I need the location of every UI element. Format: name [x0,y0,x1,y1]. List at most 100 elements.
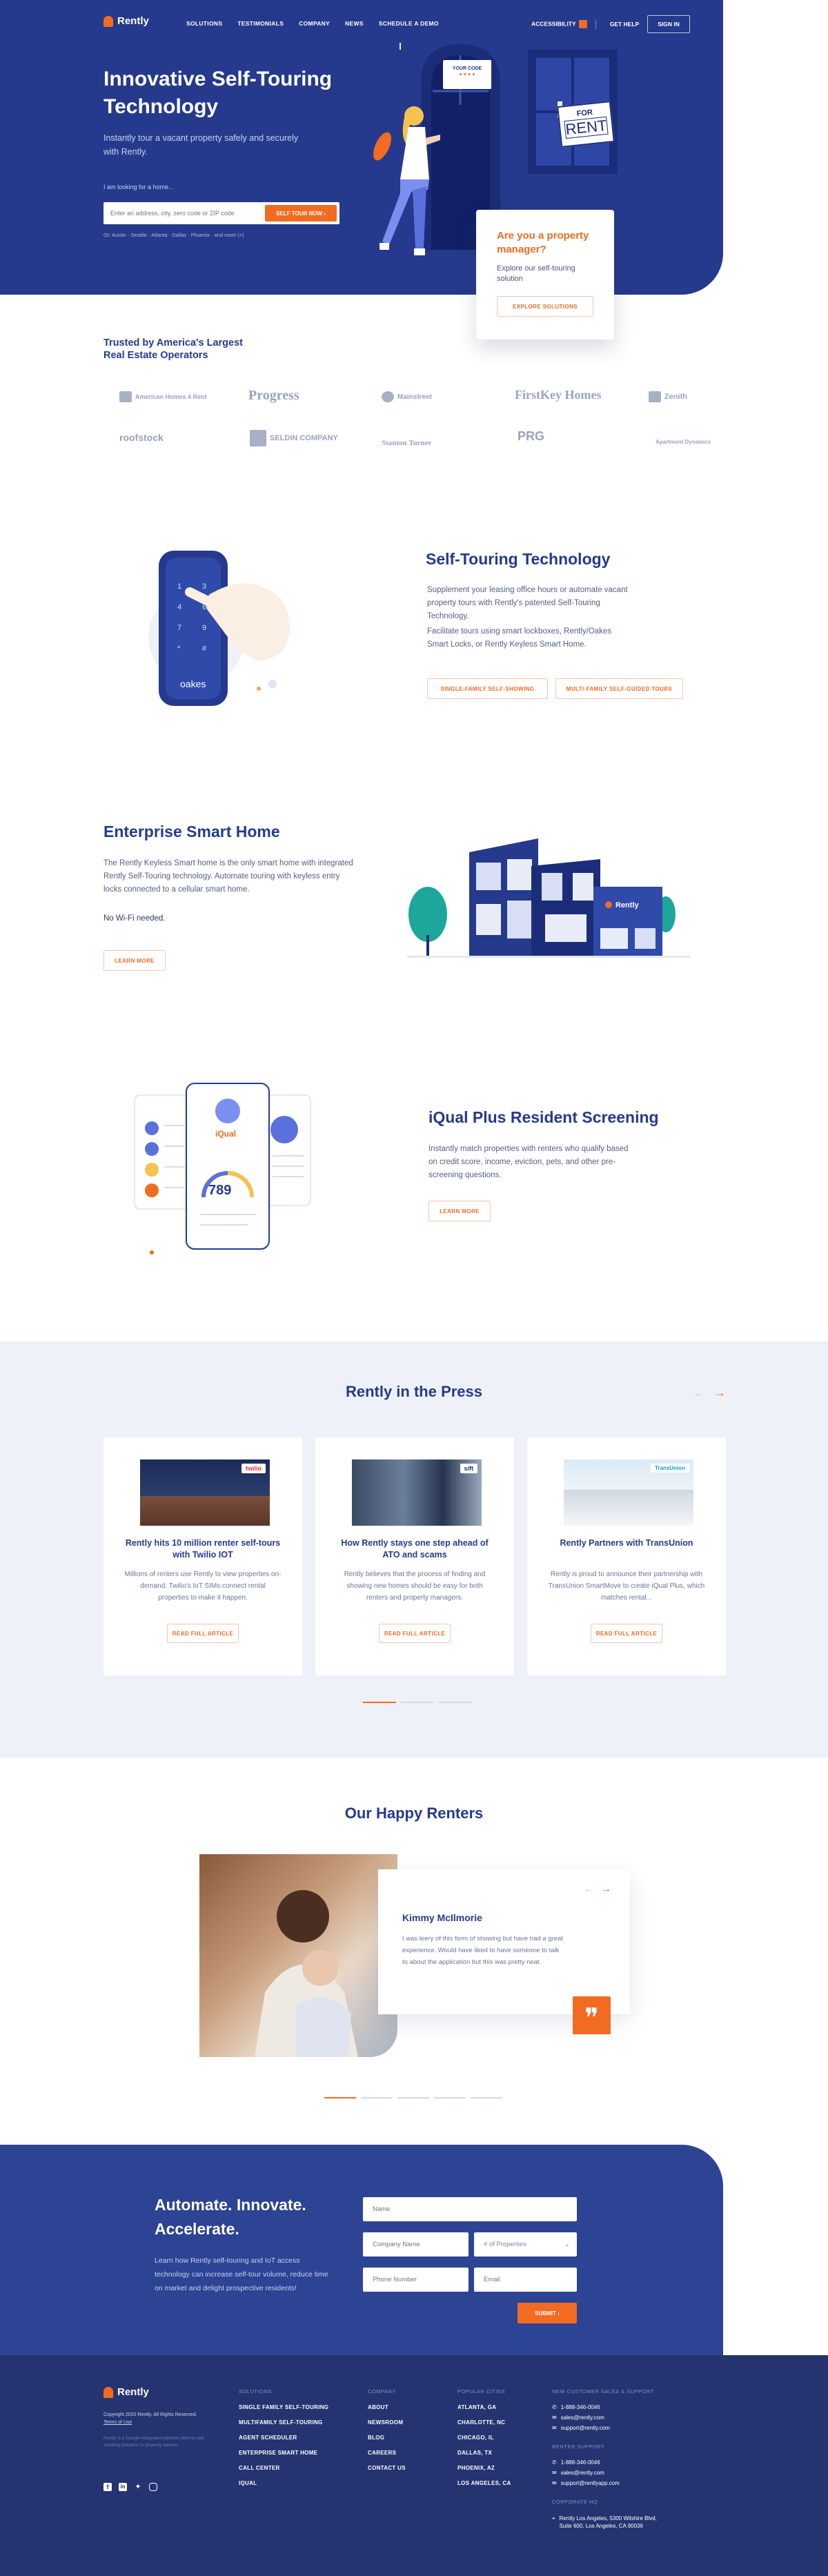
footer-link[interactable]: IQUAL [239,2480,328,2486]
terms-link[interactable]: Terms of Use [103,2420,132,2425]
svg-text:789: 789 [208,1183,231,1198]
logo-roofstock: roofstock [119,432,164,443]
press-next-arrow-icon[interactable]: → [713,1386,726,1400]
smart-home-learn-more[interactable]: LEARN MORE [103,950,166,971]
accessibility-button[interactable]: ACCESSIBILITY [531,20,587,28]
explore-solutions-button[interactable]: EXPLORE SOLUTIONS [497,296,593,317]
quote-icon: ❞ [573,1996,611,2034]
properties-select[interactable]: # of Properties ⌄ [474,2232,577,2257]
footer-link[interactable]: ENTERPRISE SMART HOME [239,2450,328,2456]
renter-email[interactable]: ✉ sales@rently.com [552,2470,690,2476]
phone-field[interactable] [363,2268,469,2292]
mail-icon: ✉ [552,2470,557,2476]
card-text: Explore our self-touring solution [497,264,575,283]
footer-link[interactable]: CALL CENTER [239,2465,328,2471]
footer-link[interactable]: BLOG [368,2435,406,2441]
self-tour-button[interactable]: SELF TOUR NOW › [265,205,337,222]
footer-link[interactable]: ABOUT [368,2404,406,2410]
read-article-button[interactable]: READ FULL ARTICLE [591,1624,662,1643]
footer-link[interactable]: NEWSROOM [368,2419,406,2426]
popular-cities[interactable]: Or: Austin · Seattle · Atlanta · Dallas … [103,232,244,238]
svg-text:3: 3 [202,582,206,591]
linkedin-icon[interactable]: in [119,2483,127,2491]
twitter-icon[interactable]: ✦ [134,2483,142,2491]
footer-link[interactable]: PHOENIX, AZ [457,2465,511,2471]
renter-support-email[interactable]: ✉ support@rentlyapp.com [552,2480,690,2486]
mail-icon: ✉ [552,2415,557,2421]
social-links: f in ✦ [103,2483,157,2491]
company-field[interactable] [363,2232,469,2257]
facebook-icon[interactable]: f [103,2483,112,2491]
press-pagination [363,1702,472,1703]
multi-family-button[interactable]: MULTI-FAMILY SELF-GUIDED TOURS [555,678,683,699]
logo-zenith: Zenith [649,391,687,402]
footer-link[interactable]: CHICAGO, IL [457,2435,511,2441]
nav-solutions[interactable]: SOLUTIONS [186,20,222,27]
nav-testimonials[interactable]: TESTIMONIALS [237,20,284,27]
footer-fine-print: Rently is a Google-integrated platform o… [103,2436,205,2448]
renters-pagination [324,2097,502,2098]
footer-link[interactable]: DALLAS, TX [457,2450,511,2456]
accessibility-icon [578,20,587,28]
pin-icon: ⌖ [552,2515,555,2521]
trusted-title: Trusted by America's Largest Real Estate… [103,337,243,361]
card-title: Are you a property manager? [497,230,589,255]
nav-divider [595,19,596,29]
svg-text:1: 1 [177,582,181,591]
footer-link[interactable]: CHARLOTTE, NC [457,2419,511,2426]
support-email[interactable]: ✉ support@rently.com [552,2425,690,2431]
footer-link[interactable]: AGENT SCHEDULER [239,2435,328,2441]
svg-text:Rently: Rently [615,901,640,910]
iqual-learn-more[interactable]: LEARN MORE [428,1201,491,1221]
footer-link[interactable]: ATLANTA, GA [457,2404,511,2410]
instagram-icon[interactable] [149,2483,157,2491]
svg-text:4: 4 [177,603,181,611]
svg-text:#: # [202,645,207,653]
self-touring-para2: Facilitate tours using smart lockboxes, … [427,627,612,649]
sales-email[interactable]: ✉ sales@rently.com [552,2415,690,2421]
pagination-dot[interactable] [439,1702,472,1703]
footer-link[interactable]: CONTACT US [368,2465,406,2471]
testimonial-prev-icon[interactable]: ← [584,1883,595,1896]
pagination-dot[interactable] [363,1702,396,1703]
read-article-button[interactable]: READ FULL ARTICLE [167,1624,239,1643]
smart-home-title: Enterprise Smart Home [103,823,280,840]
get-help-link[interactable]: GET HELP [610,21,640,28]
press-card-title: How Rently stays one step ahead of ATO a… [341,1538,489,1560]
pagination-dot[interactable] [324,2097,356,2098]
email-field[interactable] [474,2268,577,2292]
logo-american-homes: American Homes 4 Rent [119,391,207,402]
sign-in-button[interactable]: SIGN IN [647,15,690,33]
pagination-dot[interactable] [361,2097,393,2098]
footer-link[interactable]: CAREERS [368,2450,406,2456]
renter-phone[interactable]: ✆ 1-888-346-0046 [552,2459,690,2466]
sales-phone[interactable]: ✆ 1-888-346-0046 [552,2404,690,2410]
mail-icon: ✉ [552,2425,557,2431]
pagination-dot[interactable] [397,2097,429,2098]
submit-button[interactable]: SUBMIT › [518,2303,577,2323]
press-prev-arrow-icon[interactable]: ← [693,1386,705,1400]
testimonial-next-icon[interactable]: → [600,1883,611,1896]
footer-link[interactable]: LOS ANGELES, CA [457,2480,511,2486]
iqual-title: iQual Plus Resident Screening [428,1108,659,1126]
footer-link[interactable]: SINGLE FAMILY SELF-TOURING [239,2404,328,2410]
pagination-dot[interactable] [471,2097,502,2098]
renter-quote: I was leery of this form of showing but … [402,1935,563,1966]
pagination-dot[interactable] [401,1702,434,1703]
search-label: I am looking for a home... [103,184,174,190]
pagination-dot[interactable] [434,2097,466,2098]
name-field[interactable] [363,2197,577,2221]
single-family-button[interactable]: SINGLE-FAMILY SELF-SHOWING [427,678,548,699]
nav-company[interactable]: COMPANY [299,20,330,27]
nav-news[interactable]: NEWS [345,20,364,27]
copyright: Copyright 2020 Rently. All Rights Reserv… [103,2412,197,2417]
brand-logo[interactable]: Rently [103,15,149,27]
footer-cities: POPULAR CITIES ATLANTA, GA CHARLOTTE, NC… [457,2388,511,2486]
nav-schedule-demo[interactable]: SCHEDULE A DEMO [379,20,439,27]
footer-solutions: SOLUTIONS SINGLE FAMILY SELF-TOURING MUL… [239,2388,329,2486]
footer-logo[interactable]: Rently [103,2386,149,2398]
footer-link[interactable]: MULTIFAMILY SELF-TOURING [239,2419,328,2426]
logo-firstkey: FirstKey Homes [515,388,602,402]
search-input[interactable] [110,208,259,219]
read-article-button[interactable]: READ FULL ARTICLE [379,1624,451,1643]
